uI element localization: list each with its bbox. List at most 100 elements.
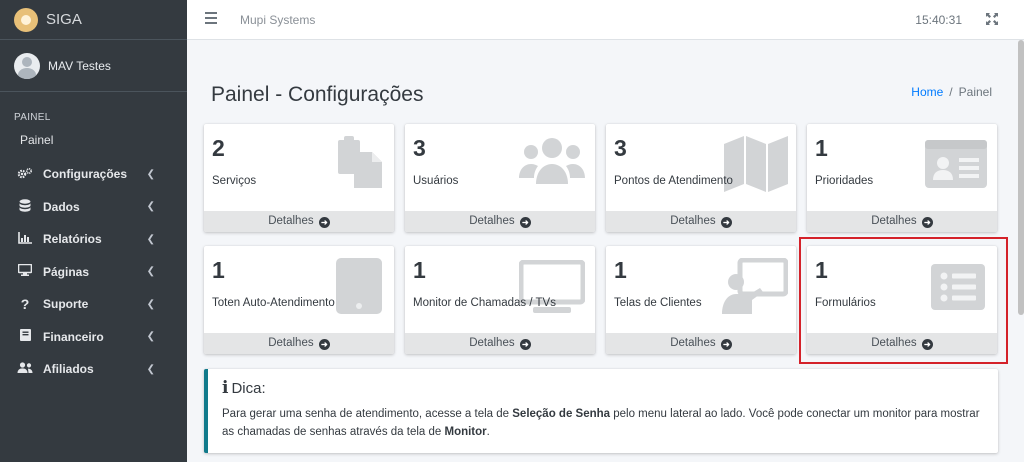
sidebar-item-label: Configurações <box>43 167 128 182</box>
avatar <box>14 52 40 79</box>
card-count: 1 <box>212 257 225 283</box>
card-footer-label: Detalhes <box>268 337 314 349</box>
card-prioridades: 1 Prioridades Detalhes ➜ <box>807 124 997 232</box>
card-details-link[interactable]: Detalhes ➜ <box>606 211 796 232</box>
card-footer-label: Detalhes <box>871 215 917 227</box>
sidebar-item-label: Afiliados <box>43 362 94 377</box>
book-icon <box>17 329 33 344</box>
chevron-left-icon: ❮ <box>146 331 155 343</box>
clock: 15:40:31 <box>915 13 962 27</box>
card-pontos-de-atendimento: 3 Pontos de Atendimento Detalhes ➜ <box>606 124 796 232</box>
card-label: Telas de Clientes <box>614 297 702 309</box>
arrow-circle-right-icon: ➜ <box>720 339 732 350</box>
desktop-icon <box>17 263 33 279</box>
card-label: Monitor de Chamadas / TVs <box>413 297 556 309</box>
arrow-circle-right-icon: ➜ <box>318 339 330 350</box>
page-title: Painel - Configurações <box>211 83 424 106</box>
user-name: MAV Testes <box>48 58 111 73</box>
map-icon <box>724 136 788 197</box>
card-details-link[interactable]: Detalhes ➜ <box>405 211 595 232</box>
chevron-left-icon: ❮ <box>146 168 155 180</box>
breadcrumb-current: Painel <box>958 85 992 99</box>
card-count: 1 <box>815 135 828 161</box>
id-card-icon <box>925 140 987 193</box>
users-icon <box>17 362 33 376</box>
card-count: 1 <box>614 257 627 283</box>
card-details-link[interactable]: Detalhes ➜ <box>204 333 394 354</box>
page-scrollbar[interactable] <box>1018 40 1024 315</box>
arrow-circle-right-icon: ➜ <box>519 339 531 350</box>
breadcrumb: Home / Painel <box>911 85 992 99</box>
database-icon <box>17 199 33 215</box>
chevron-left-icon: ❮ <box>146 201 155 213</box>
card-label: Usuários <box>413 175 459 187</box>
callout-text: Para gerar uma senha de atendimento, ace… <box>222 405 992 441</box>
tablet-icon <box>336 258 382 319</box>
callout-bold-monitor: Monitor <box>444 426 487 438</box>
card-telas-de-clientes: 1 Telas de Clientes Detalhes ➜ <box>606 246 796 354</box>
sidebar-item-relatorios[interactable]: Relatórios ❮ <box>0 223 187 256</box>
callout-bold-selecao-de-senha: Seleção de Senha <box>512 408 611 420</box>
info-icon: i <box>222 378 229 398</box>
callout-title: i Dica: <box>222 378 998 398</box>
sidebar-item-label: Suporte <box>43 297 89 312</box>
chevron-left-icon: ❮ <box>146 298 155 310</box>
question-icon: ? <box>20 296 30 313</box>
card-count: 2 <box>212 135 225 161</box>
sidebar-item-dados[interactable]: Dados ❮ <box>0 191 187 224</box>
user-panel[interactable]: MAV Testes <box>0 40 187 92</box>
sidebar-item-painel[interactable]: Painel <box>0 130 187 158</box>
chevron-left-icon: ❮ <box>146 266 155 278</box>
card-count: 1 <box>413 257 426 283</box>
sidebar-item-afiliados[interactable]: Afiliados ❮ <box>0 353 187 386</box>
cogs-icon <box>17 167 33 182</box>
card-count: 3 <box>413 135 426 161</box>
sidebar-item-suporte[interactable]: ? Suporte ❮ <box>0 288 187 321</box>
card-footer-label: Detalhes <box>469 215 515 227</box>
breadcrumb-home-link[interactable]: Home <box>911 85 943 99</box>
menu-toggle-icon[interactable] <box>205 12 217 24</box>
card-footer-label: Detalhes <box>670 215 716 227</box>
chevron-left-icon: ❮ <box>146 233 155 245</box>
card-details-link[interactable]: Detalhes ➜ <box>405 333 595 354</box>
sidebar-item-label: Relatórios <box>43 232 102 247</box>
arrow-circle-right-icon: ➜ <box>921 217 933 228</box>
dica-callout: i Dica: Para gerar uma senha de atendime… <box>204 369 998 453</box>
card-details-link[interactable]: Detalhes ➜ <box>807 211 997 232</box>
chalkboard-teacher-icon <box>722 257 789 319</box>
card-usuarios: 3 Usuários Detalhes ➜ <box>405 124 595 232</box>
users-icon <box>519 136 585 191</box>
top-navbar: Mupi Systems 15:40:31 <box>187 0 1024 40</box>
sidebar-item-configuracoes[interactable]: Configurações ❮ <box>0 158 187 191</box>
company-name: Mupi Systems <box>240 13 316 27</box>
card-label: Formulários <box>815 297 876 309</box>
callout-text-part: Para gerar uma senha de atendimento, ace… <box>222 408 513 420</box>
card-details-link[interactable]: Detalhes ➜ <box>204 211 394 232</box>
nav-header: PAINEL <box>14 112 51 123</box>
monitor-icon <box>518 259 586 319</box>
arrow-circle-right-icon: ➜ <box>519 217 531 228</box>
card-toten-auto-atendimento: 1 Toten Auto-Atendimento Detalhes ➜ <box>204 246 394 354</box>
breadcrumb-separator: / <box>949 85 953 99</box>
arrow-circle-right-icon: ➜ <box>318 217 330 228</box>
brand-name: SIGA <box>46 11 82 28</box>
card-monitor-de-chamadas: 1 Monitor de Chamadas / TVs Detalhes ➜ <box>405 246 595 354</box>
card-details-link[interactable]: Detalhes ➜ <box>606 333 796 354</box>
card-label: Toten Auto-Atendimento <box>212 297 335 309</box>
sidebar-item-paginas[interactable]: Páginas ❮ <box>0 256 187 289</box>
sidebar-item-financeiro[interactable]: Financeiro ❮ <box>0 321 187 354</box>
siga-logo-icon <box>14 7 38 32</box>
card-footer-label: Detalhes <box>670 337 716 349</box>
sidebar-item-label: Financeiro <box>43 329 104 344</box>
card-label: Serviços <box>212 175 257 187</box>
sidebar-item-label: Dados <box>43 199 80 214</box>
fullscreen-icon[interactable] <box>986 12 998 25</box>
callout-title-text: Dica: <box>231 379 266 397</box>
sidebar-item-label: Páginas <box>43 264 90 279</box>
card-servicos: 2 Serviços Detalhes ➜ <box>204 124 394 232</box>
card-label: Pontos de Atendimento <box>614 175 733 187</box>
card-footer-label: Detalhes <box>268 215 314 227</box>
chevron-left-icon: ❮ <box>146 363 155 375</box>
arrow-circle-right-icon: ➜ <box>720 217 732 228</box>
brand-link[interactable]: SIGA <box>0 0 187 40</box>
